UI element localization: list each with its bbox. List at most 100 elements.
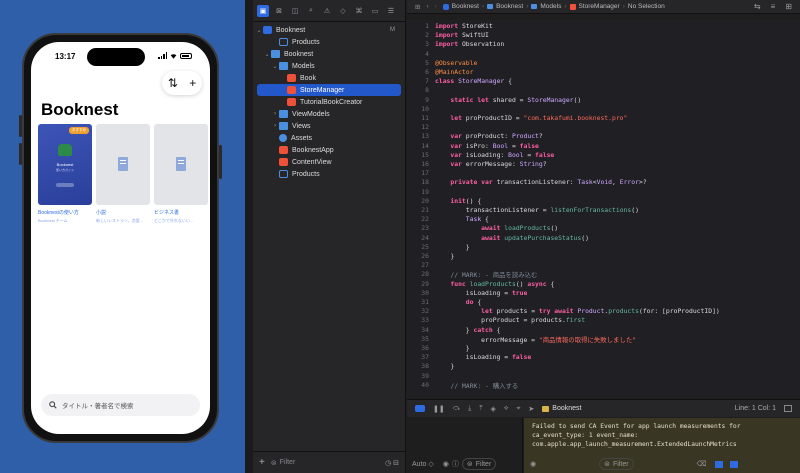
- panel-toggle-icon[interactable]: [784, 405, 792, 412]
- code-line[interactable]: errorMessage = "商品情報の取得に失敗しました": [435, 335, 636, 344]
- code-editor[interactable]: 1 import StoreKit 2 import SwiftUI 3 import O…: [407, 20, 800, 398]
- hide-debug-area-icon[interactable]: [415, 405, 425, 412]
- code-line[interactable]: await loadProducts(): [435, 224, 558, 232]
- tree-item-booknestapp[interactable]: BooknestApp: [253, 144, 405, 156]
- tree-item-tutorialbookcreator[interactable]: TutorialBookCreator: [253, 96, 405, 108]
- tests-icon[interactable]: ◇: [337, 5, 349, 17]
- code-line[interactable]: var isLoading: Bool = false: [435, 151, 554, 159]
- issues-icon[interactable]: ⚠: [321, 5, 333, 17]
- environment-icon[interactable]: ⌖: [516, 405, 520, 413]
- code-line[interactable]: import SwiftUI: [435, 31, 489, 39]
- code-line[interactable]: proProduct = products.first: [435, 316, 585, 324]
- debug-icon[interactable]: ⌘: [353, 5, 365, 17]
- code-line[interactable]: @MainActor: [435, 68, 473, 76]
- code-line[interactable]: import StoreKit: [435, 22, 493, 30]
- report-icon[interactable]: ☰: [385, 5, 397, 17]
- tree-item-contentview[interactable]: ContentView: [253, 156, 405, 168]
- step-out-icon[interactable]: ⤒: [479, 405, 482, 413]
- book-cover: [154, 124, 208, 205]
- source-control-icon[interactable]: ⊠: [273, 5, 285, 17]
- code-line[interactable]: isLoading = true: [435, 289, 528, 297]
- editor-menu-icon[interactable]: ≡: [771, 2, 776, 11]
- jump-bar: ⊞ ‹ › Booknest › Booknest › Models › StoreM…: [407, 0, 800, 14]
- code-line[interactable]: let products = try await Product.product…: [435, 307, 720, 315]
- code-line[interactable]: }: [435, 362, 454, 370]
- tree-item-storemanager[interactable]: StoreManager: [257, 84, 401, 96]
- code-line[interactable]: }: [435, 243, 470, 251]
- pause-icon[interactable]: ❚❚: [433, 405, 445, 413]
- tree-item-products[interactable]: Products: [253, 168, 405, 180]
- code-line[interactable]: }: [435, 344, 470, 352]
- code-line[interactable]: transactionListener = listenForTransacti…: [435, 206, 639, 214]
- tree-item-project[interactable]: ⌄ Booknest M: [253, 24, 405, 36]
- code-line[interactable]: // MARK: - 商品を読み込む: [435, 270, 537, 279]
- eye-icon[interactable]: ◉: [530, 460, 536, 468]
- tree-item-models[interactable]: ⌄ Models: [253, 60, 405, 72]
- code-line[interactable]: Task {: [435, 215, 489, 223]
- tree-item-booknest[interactable]: ⌄ Booknest: [253, 48, 405, 60]
- book-card[interactable]: 小説 新しいレストラン、恋愛...: [96, 124, 150, 224]
- book-card[interactable]: ビジネス書 どこかで外れないい...: [154, 124, 208, 224]
- code-line[interactable]: var errorMessage: String?: [435, 160, 546, 168]
- tree-item-assets[interactable]: Assets: [253, 132, 405, 144]
- add-icon[interactable]: +: [259, 457, 265, 468]
- show-variables-icon[interactable]: [715, 460, 724, 468]
- code-line[interactable]: func loadProducts() async {: [435, 280, 554, 288]
- variables-filter-field[interactable]: ⊜ Filter: [461, 458, 497, 470]
- tree-item-views[interactable]: › Views: [253, 120, 405, 132]
- code-line[interactable]: var isPro: Bool = false: [435, 142, 539, 150]
- line-number: 4: [425, 49, 429, 58]
- console-filter-bar: ◉ ⊜ Filter ⌫: [530, 458, 739, 470]
- tree-item-viewmodels[interactable]: › ViewModels: [253, 108, 405, 120]
- show-console-icon[interactable]: [730, 460, 739, 468]
- split-editor-icon[interactable]: ⊞: [785, 2, 792, 11]
- breakpoint-icon[interactable]: ▭: [369, 5, 381, 17]
- filter-field[interactable]: ⊜ Filter: [271, 459, 295, 467]
- code-line[interactable]: class StoreManager {: [435, 77, 512, 85]
- debug-bar: ❚❚ ⤼ ⤓ ⤒ ◈ ⟡ ⌖ ➤ Booknest Line: 1 Col: 1: [407, 399, 800, 417]
- code-line[interactable]: static let shared = StoreManager(): [435, 96, 581, 104]
- add-icon[interactable]: +: [189, 76, 196, 90]
- tree-item-label: TutorialBookCreator: [300, 98, 363, 106]
- swift-file-icon: [569, 3, 576, 10]
- bookmark-icon[interactable]: ◫: [289, 5, 301, 17]
- tree-item-products[interactable]: Products: [253, 36, 405, 48]
- code-line[interactable]: isLoading = false: [435, 353, 531, 361]
- step-over-icon[interactable]: ⤼: [453, 405, 460, 413]
- tree-item-book[interactable]: Book: [253, 72, 405, 84]
- info-icon[interactable]: ⓘ: [452, 459, 459, 469]
- code-line[interactable]: import Observation: [435, 40, 504, 48]
- step-into-icon[interactable]: ⤓: [468, 405, 471, 413]
- code-line[interactable]: private var transactionListener: Task<Vo…: [435, 178, 646, 186]
- forward-icon[interactable]: ›: [435, 3, 437, 10]
- related-items-icon[interactable]: ⊞: [415, 3, 420, 11]
- code-line[interactable]: var proProduct: Product?: [435, 132, 542, 140]
- find-icon[interactable]: ⌕: [305, 5, 317, 17]
- eye-icon[interactable]: ◉: [443, 460, 449, 468]
- tree-item-label: Products: [292, 38, 320, 46]
- code-line[interactable]: await updatePurchaseStatus(): [435, 234, 589, 242]
- folder-icon[interactable]: ▣: [257, 4, 269, 17]
- refresh-icon[interactable]: ⇆: [754, 2, 761, 11]
- code-line[interactable]: do {: [435, 298, 481, 306]
- search-input[interactable]: タイトル・著者名で検索: [41, 394, 200, 416]
- recent-files-icon[interactable]: ◷ ⊟: [385, 459, 399, 467]
- chevron-right-icon: ›: [274, 123, 276, 129]
- code-line[interactable]: let proProductID = "com.takafumi.booknes…: [435, 114, 627, 122]
- sort-icon[interactable]: ⇅: [168, 76, 178, 90]
- view-hierarchy-icon[interactable]: ◈: [490, 405, 495, 413]
- auto-select[interactable]: Auto ◇: [412, 460, 434, 468]
- code-line[interactable]: init() {: [435, 197, 481, 205]
- line-number: 12: [421, 123, 429, 132]
- code-line[interactable]: } catch {: [435, 326, 501, 334]
- code-line[interactable]: // MARK: - 購入する: [435, 381, 518, 390]
- back-icon[interactable]: ‹: [426, 3, 428, 10]
- tree-item-label: BooknestApp: [292, 146, 334, 154]
- book-card[interactable]: おすすめ Booknest 使い方ガイド Booknestの使い方 Bookne…: [38, 124, 92, 224]
- trash-icon[interactable]: ⌫: [697, 460, 707, 468]
- code-line[interactable]: @Observable: [435, 59, 477, 67]
- code-line[interactable]: }: [435, 252, 454, 260]
- memory-graph-icon[interactable]: ⟡: [504, 405, 509, 413]
- location-icon[interactable]: ➤: [528, 405, 534, 413]
- console-filter-field[interactable]: ⊜ Filter: [599, 458, 634, 470]
